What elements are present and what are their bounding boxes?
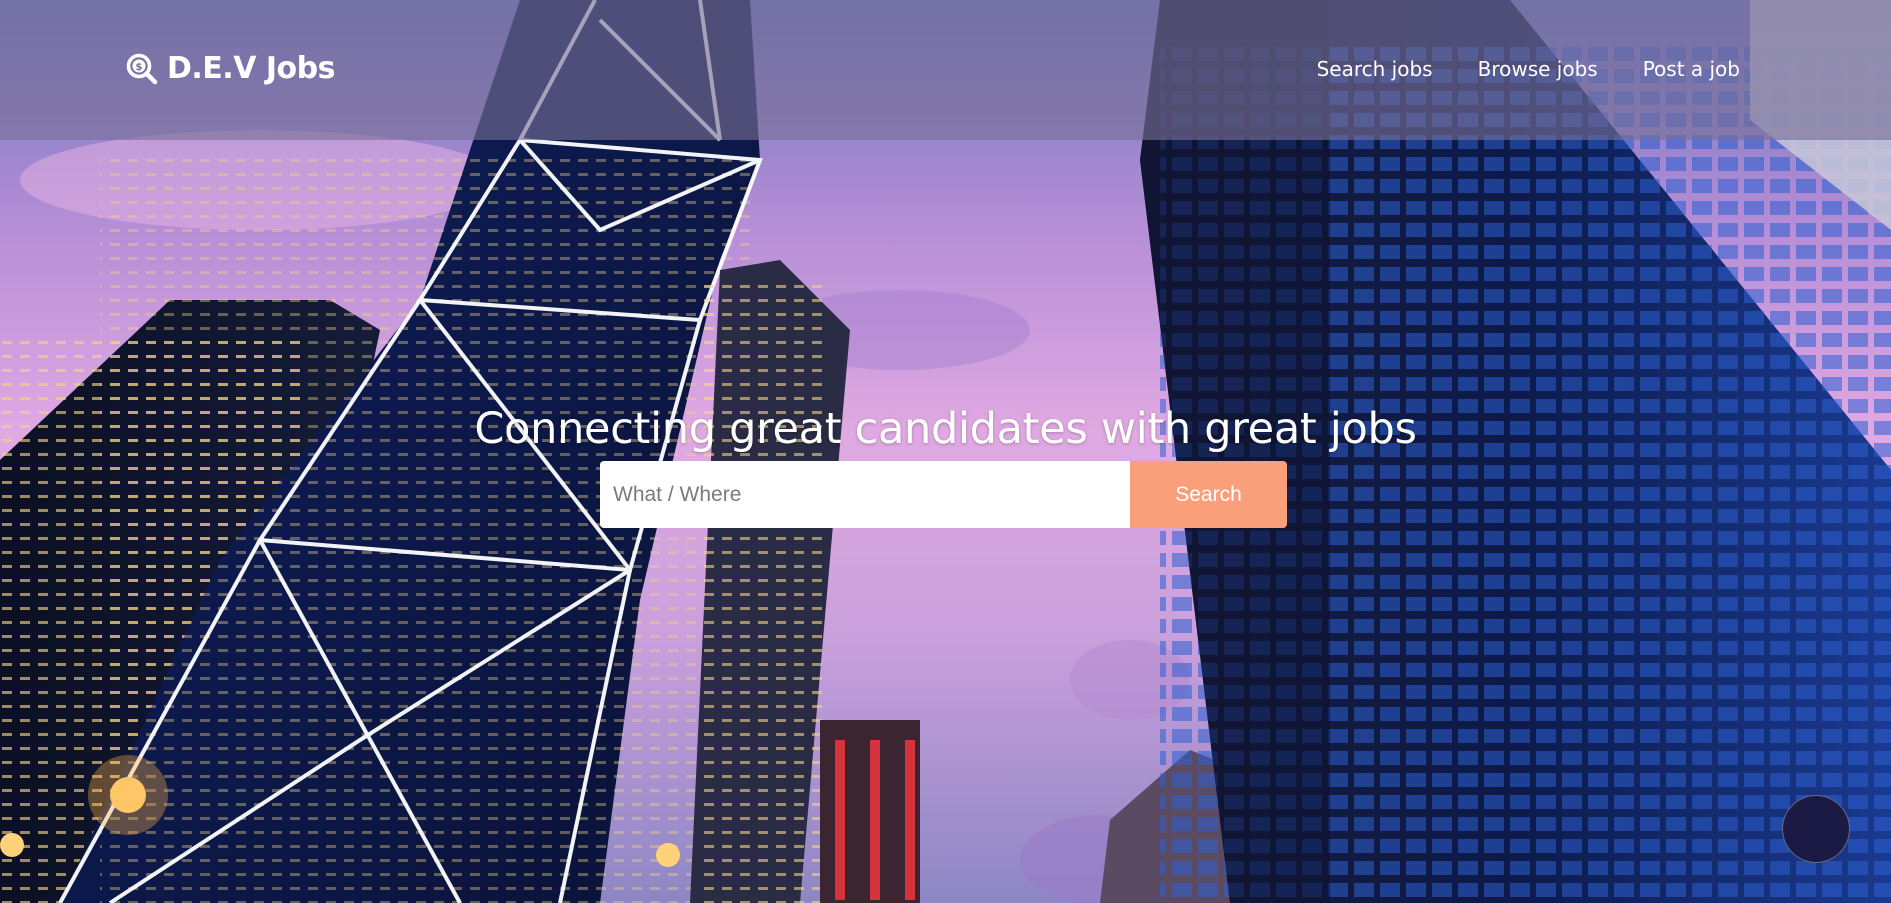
search-button[interactable]: Search bbox=[1130, 461, 1287, 528]
what-where-search-input[interactable] bbox=[600, 461, 1130, 528]
brand-logo-link[interactable]: $ D.E.V Jobs bbox=[125, 51, 335, 86]
search-dollar-icon: $ bbox=[125, 52, 159, 86]
navbar: $ D.E.V Jobs Search jobs Browse jobs Pos… bbox=[0, 0, 1891, 140]
job-search-form: Search bbox=[600, 461, 1287, 528]
hero-headline: Connecting great candidates with great j… bbox=[474, 403, 1417, 454]
chat-bubble-icon[interactable] bbox=[1782, 795, 1850, 863]
nav-browse-jobs[interactable]: Browse jobs bbox=[1478, 57, 1598, 81]
nav-search-jobs[interactable]: Search jobs bbox=[1317, 57, 1433, 81]
svg-text:$: $ bbox=[136, 62, 143, 73]
nav-post-a-job[interactable]: Post a job bbox=[1643, 57, 1740, 81]
page: $ D.E.V Jobs Search jobs Browse jobs Pos… bbox=[0, 0, 1891, 903]
main-nav: Search jobs Browse jobs Post a job bbox=[1317, 57, 1740, 81]
brand-name: D.E.V Jobs bbox=[167, 51, 335, 86]
